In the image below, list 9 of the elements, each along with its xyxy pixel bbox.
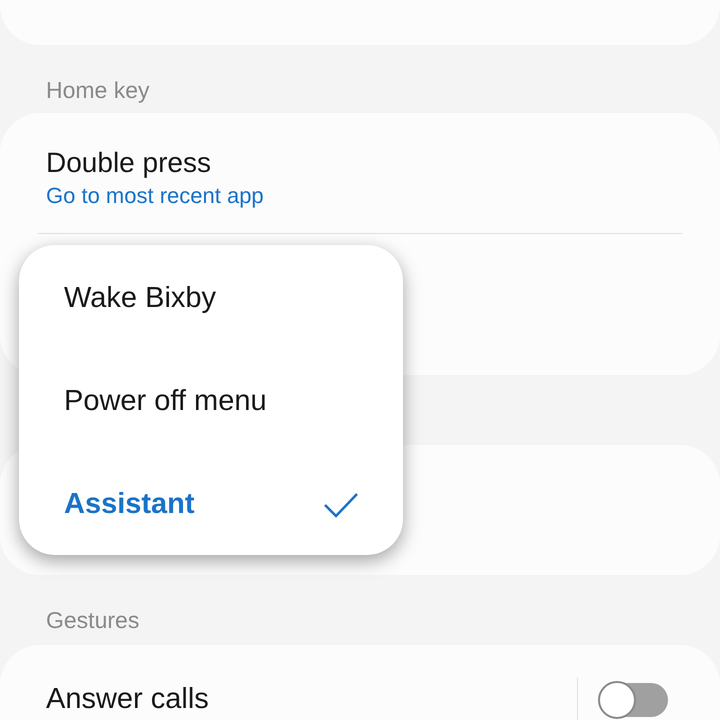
- settings-item-title: Answer calls: [46, 682, 210, 718]
- section-header: Home key: [46, 76, 151, 105]
- section-header: Gestures: [46, 606, 140, 635]
- checkmark-icon: [323, 490, 359, 518]
- menu-option[interactable]: Assistant: [19, 453, 403, 556]
- menu-option[interactable]: Wake Bixby: [19, 247, 403, 350]
- menu-option[interactable]: Power off menu: [19, 350, 403, 453]
- settings-item[interactable]: Double press Go to most recent app: [38, 113, 682, 234]
- toggle-switch[interactable]: [600, 683, 668, 717]
